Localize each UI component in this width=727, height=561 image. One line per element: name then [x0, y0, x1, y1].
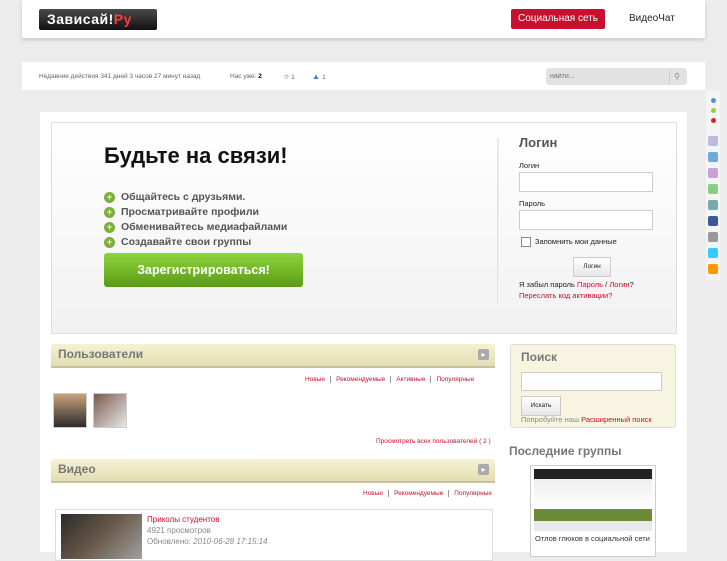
video-title: Видео: [58, 462, 96, 476]
online-number: 2: [258, 73, 262, 80]
video-tabs: Новые Рекомендуемые Популярные: [358, 490, 497, 497]
top-search-input[interactable]: [550, 70, 660, 83]
hero-panel: Будьте на связи! + Общайтесь с друзьями. …: [51, 122, 677, 334]
users-title: Пользователи: [58, 347, 144, 361]
plus-icon: +: [104, 207, 115, 218]
twitter-icon[interactable]: [708, 248, 718, 258]
top-search: ⚲: [546, 68, 687, 85]
video-thumbnail[interactable]: [61, 514, 142, 559]
hero-title: Будьте на связи!: [104, 143, 288, 168]
video-panel-header: Видео ▸: [51, 459, 495, 483]
tab-recommended[interactable]: Рекомендуемые: [389, 490, 450, 497]
forgot-suffix: ?: [629, 280, 634, 289]
facebook-icon[interactable]: [708, 216, 718, 226]
password-input[interactable]: [519, 210, 653, 230]
forgot-password-link[interactable]: Пароль: [577, 280, 603, 289]
tab-popular[interactable]: Популярные: [449, 490, 497, 497]
online-count: Нас уже: 2: [230, 73, 262, 80]
feature-item: + Общайтесь с друзьями.: [104, 190, 287, 205]
forgot-line: Я забыл пароль Пароль / Логин?: [519, 280, 634, 289]
side-search-input[interactable]: [521, 372, 662, 391]
social-network-button[interactable]: Социальная сеть: [511, 9, 605, 29]
login-button[interactable]: Логин: [573, 257, 611, 277]
plus-icon: +: [104, 222, 115, 233]
tab-active[interactable]: Активные: [391, 376, 432, 383]
user-avatar[interactable]: [93, 393, 127, 428]
top-header: Зависай!Ру Социальная сеть ВидеоЧат: [22, 0, 705, 38]
group-item[interactable]: Отлов глюков в социальной сети: [530, 465, 656, 557]
tab-popular[interactable]: Популярные: [431, 376, 479, 383]
tab-recommended[interactable]: Рекомендуемые: [331, 376, 392, 383]
feature-text: Обменивайтесь медиафайлами: [121, 221, 288, 233]
share-icon[interactable]: [708, 168, 718, 178]
side-search-title: Поиск: [521, 350, 558, 364]
side-search-button[interactable]: Искать: [521, 396, 561, 416]
online-label: Нас уже:: [230, 73, 257, 80]
forgot-sep: /: [605, 280, 608, 289]
video-item: Приколы студентов 4921 просмотров Обновл…: [55, 509, 493, 561]
feature-item: + Создавайте свои группы: [104, 235, 287, 250]
videochat-link[interactable]: ВидеоЧат: [629, 13, 675, 24]
status-bar: Недавние действия 341 дней 3 часов 27 ми…: [22, 62, 705, 90]
expand-icon[interactable]: ▸: [478, 349, 489, 360]
share-icon[interactable]: [708, 152, 718, 162]
triangle-icon[interactable]: ▲ 1: [312, 72, 326, 81]
logo-accent: Ру: [113, 11, 132, 27]
stat2-count: 1: [322, 74, 326, 81]
blue-dot-icon[interactable]: [711, 98, 716, 103]
remember-checkbox[interactable]: [521, 237, 531, 248]
search-icon[interactable]: ⚲: [669, 70, 684, 83]
share-icon[interactable]: [708, 136, 718, 146]
share-icon[interactable]: [708, 200, 718, 210]
last-activity-text: Недавние действия 341 дней 3 часов 27 ми…: [39, 73, 201, 80]
user-avatar[interactable]: [53, 393, 87, 428]
side-search-panel: Поиск Искать Попробуйте наш Расширенный …: [510, 344, 676, 428]
feature-list: + Общайтесь с друзьями. + Просматривайте п…: [104, 190, 287, 250]
register-button[interactable]: Зарегистрироваться!: [104, 253, 303, 287]
hint-prefix: Попробуйте наш: [521, 415, 579, 424]
stat1-count: 1: [291, 74, 295, 81]
logo-main: Зависай!: [47, 11, 114, 27]
share-icon[interactable]: [708, 232, 718, 242]
green-dot-icon[interactable]: [711, 108, 716, 113]
remember-label: Запомнить мои данные: [535, 237, 617, 246]
feature-text: Создавайте свои группы: [121, 236, 252, 248]
plus-icon: +: [104, 237, 115, 248]
view-all-users-link[interactable]: Просмотреть всех пользователей ( 2 ): [376, 438, 491, 445]
login-input[interactable]: [519, 172, 653, 192]
advanced-search-link[interactable]: Расширенный поиск: [581, 415, 652, 424]
group-thumbnail[interactable]: [534, 469, 652, 531]
password-label: Пароль: [519, 199, 546, 208]
share-strip: [706, 90, 720, 280]
plus-icon: +: [104, 192, 115, 203]
group-name[interactable]: Отлов глюков в социальной сети: [535, 534, 650, 543]
forgot-prefix: Я забыл пароль: [519, 280, 575, 289]
tab-new[interactable]: Новые: [358, 490, 390, 497]
feature-item: + Просматривайте профили: [104, 205, 287, 220]
users-panel-header: Пользователи ▸: [51, 344, 495, 368]
divider: [497, 138, 500, 303]
resend-activation-link[interactable]: Переслать код активации?: [519, 291, 612, 300]
video-views: 4921 просмотров: [147, 526, 211, 535]
remember-me[interactable]: Запомнить мои данные: [521, 237, 617, 248]
feature-item: + Обменивайтесь медиафайлами: [104, 220, 287, 235]
main-content: Будьте на связи! + Общайтесь с друзьями. …: [40, 112, 687, 561]
tab-new[interactable]: Новые: [300, 376, 332, 383]
rss-icon[interactable]: [708, 264, 718, 274]
red-dot-icon[interactable]: [711, 118, 716, 123]
feature-text: Общайтесь с друзьями.: [121, 191, 246, 203]
forgot-login-link[interactable]: Логин: [609, 280, 629, 289]
latest-groups-title: Последние группы: [509, 444, 622, 458]
login-title: Логин: [519, 135, 558, 150]
users-tabs: Новые Рекомендуемые Активные Популярные: [300, 376, 479, 383]
circle-icon[interactable]: ○ 1: [284, 72, 295, 81]
site-logo[interactable]: Зависай!Ру: [39, 9, 157, 30]
share-icon[interactable]: [708, 184, 718, 194]
video-title-link[interactable]: Приколы студентов: [147, 515, 219, 524]
expand-icon[interactable]: ▸: [478, 464, 489, 475]
advanced-search-hint: Попробуйте наш Расширенный поиск: [521, 415, 652, 424]
feature-text: Просматривайте профили: [121, 206, 260, 218]
login-label: Логин: [519, 161, 540, 170]
